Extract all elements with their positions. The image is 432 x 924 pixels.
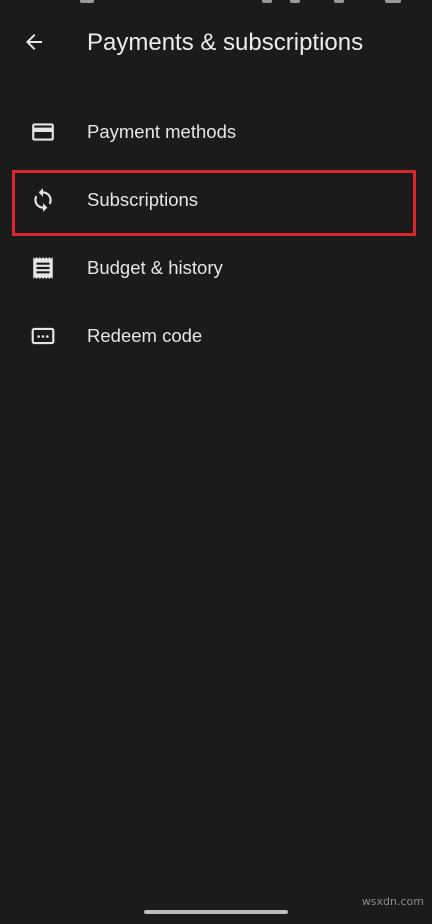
arrow-back-icon [22,30,46,59]
menu-item-label: Budget & history [87,257,223,278]
menu-item-budget-history[interactable]: Budget & history [0,234,432,302]
back-button[interactable] [12,22,56,66]
menu-item-label: Subscriptions [87,189,199,210]
watermark: wsxdn.com [361,895,424,908]
app-bar: Payments & subscriptions [0,18,432,70]
menu-item-redeem-code[interactable]: Redeem code [0,302,432,370]
status-indicator [290,0,300,3]
status-bar [0,0,432,6]
redeem-code-icon [29,322,57,350]
credit-card-icon [29,118,57,146]
status-indicator [334,0,344,3]
menu-item-label: Redeem code [87,325,203,346]
gesture-navigation-bar[interactable] [144,910,288,914]
status-indicator [262,0,272,3]
receipt-icon [29,254,57,282]
status-indicator [80,0,94,3]
menu-item-label: Payment methods [87,121,237,142]
status-indicator [385,0,401,3]
menu-item-payment-methods[interactable]: Payment methods [0,98,432,166]
menu-item-subscriptions[interactable]: Subscriptions [0,166,432,234]
sync-icon [29,186,57,214]
page-title: Payments & subscriptions [87,29,364,56]
menu-list: Payment methods Subscriptions Budget & h… [0,98,432,370]
